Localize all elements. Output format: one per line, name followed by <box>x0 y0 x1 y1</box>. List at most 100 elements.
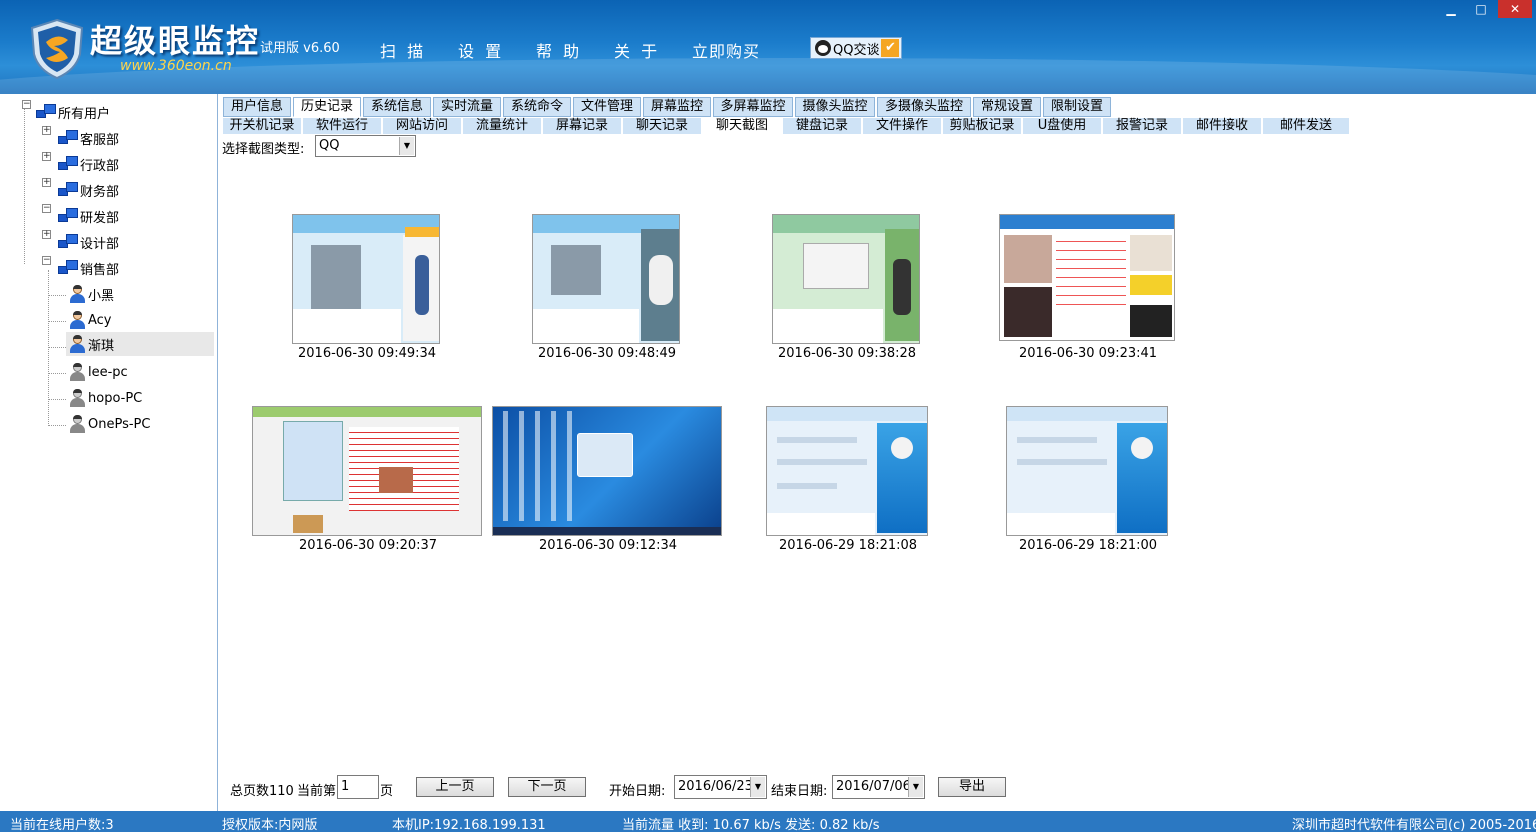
screenshot-time: 2016-06-30 09:48:49 <box>538 346 677 361</box>
chevron-down-icon: ▼ <box>750 777 765 797</box>
tree-guide-line <box>48 295 66 296</box>
subtab-usb-usage[interactable]: U盘使用 <box>1023 118 1101 134</box>
chevron-down-icon: ▼ <box>908 777 923 797</box>
user-online-icon <box>68 285 86 303</box>
tree-user-label: OnePs-PC <box>88 416 151 432</box>
tree-group-caiwu[interactable]: 财务部 <box>58 180 119 200</box>
copyright: 深圳市超时代软件有限公司(c) 2005-2016 <box>1292 818 1536 832</box>
company-chat-screenshot-image <box>1006 406 1168 536</box>
tab-camera-monitor[interactable]: 摄像头监控 <box>795 97 875 117</box>
next-page-button[interactable]: 下一页 <box>508 777 586 797</box>
subtab-software-run[interactable]: 软件运行 <box>303 118 381 134</box>
maximize-button[interactable]: □ <box>1468 0 1494 18</box>
tree-user-acy[interactable]: Acy <box>68 310 112 330</box>
tab-system-command[interactable]: 系统命令 <box>503 97 571 117</box>
tab-multi-camera-monitor[interactable]: 多摄像头监控 <box>877 97 971 117</box>
subtab-chat-screenshot[interactable]: 聊天截图 <box>703 118 781 134</box>
qq-penguin-icon <box>815 40 831 56</box>
collapse-icon[interactable]: − <box>42 204 51 213</box>
subtab-keyboard-record[interactable]: 键盘记录 <box>783 118 861 134</box>
tree-user-lee-pc[interactable]: lee-pc <box>68 362 128 382</box>
menu-settings[interactable]: 设 置 <box>458 38 504 62</box>
close-button[interactable]: ✕ <box>1498 0 1532 18</box>
screenshot-time: 2016-06-30 09:38:28 <box>778 346 917 361</box>
network-icon <box>58 260 78 276</box>
tree-group-xingzheng[interactable]: 行政部 <box>58 154 119 174</box>
screenshot-type-value: QQ <box>319 138 340 153</box>
tab-screen-monitor[interactable]: 屏幕监控 <box>643 97 711 117</box>
tree-group-sheji[interactable]: 设计部 <box>58 232 119 252</box>
tree-group-label: 销售部 <box>80 262 120 278</box>
tree-guide-line <box>48 270 49 426</box>
menu-scan[interactable]: 扫 描 <box>380 38 426 62</box>
screenshot-time: 2016-06-30 09:12:34 <box>539 538 678 553</box>
desktop-screenshot-image <box>492 406 722 536</box>
tab-realtime-traffic[interactable]: 实时流量 <box>433 97 501 117</box>
subtab-chat-record[interactable]: 聊天记录 <box>623 118 701 134</box>
title-bar: 超级眼监控 www.360eon.cn 试用版 v6.60 扫 描 设 置 帮 … <box>0 0 1536 94</box>
subtab-alarm-record[interactable]: 报警记录 <box>1103 118 1181 134</box>
tree-guide-line <box>48 321 66 322</box>
subtab-website-visit[interactable]: 网站访问 <box>383 118 461 134</box>
expand-icon[interactable]: + <box>42 230 51 239</box>
status-bar: 当前在线用户数:3 授权版本:内网版 本机IP:192.168.199.131 … <box>0 811 1536 832</box>
expand-icon[interactable]: + <box>42 152 51 161</box>
subtab-traffic-stats[interactable]: 流量统计 <box>463 118 541 134</box>
tree-group-label: 客服部 <box>80 132 120 148</box>
tree-group-kefu[interactable]: 客服部 <box>58 128 119 148</box>
current-page-input[interactable]: 1 <box>337 775 379 799</box>
start-date-picker[interactable]: 2016/06/23 ▼ <box>674 775 767 799</box>
network-icon <box>58 156 78 172</box>
user-online-icon <box>68 311 86 329</box>
tree-user-oneps-pc[interactable]: OnePs-PC <box>68 414 150 434</box>
tree-root-all-users[interactable]: 所有用户 <box>36 102 110 122</box>
subtab-screen-record[interactable]: 屏幕记录 <box>543 118 621 134</box>
tab-general-settings[interactable]: 常规设置 <box>973 97 1041 117</box>
expand-icon[interactable]: + <box>42 126 51 135</box>
check-icon: ✔ <box>881 39 900 57</box>
qq-chat-button[interactable]: QQ交谈 ✔ <box>810 37 902 59</box>
network-icon <box>58 130 78 146</box>
tree-group-label: 行政部 <box>80 158 120 174</box>
screenshot-type-select[interactable]: QQ ▼ <box>315 135 416 157</box>
subtab-mail-send[interactable]: 邮件发送 <box>1263 118 1349 134</box>
menu-about[interactable]: 关 于 <box>614 38 660 62</box>
main-panel: 用户信息 历史记录 系统信息 实时流量 系统命令 文件管理 屏幕监控 多屏幕监控… <box>219 94 1536 811</box>
network-icon <box>58 182 78 198</box>
subtab-file-operation[interactable]: 文件操作 <box>863 118 941 134</box>
tree-group-yanfa[interactable]: 研发部 <box>58 206 119 226</box>
app-url: www.360eon.cn <box>120 58 232 74</box>
tab-multi-screen-monitor[interactable]: 多屏幕监控 <box>713 97 793 117</box>
tab-system-info[interactable]: 系统信息 <box>363 97 431 117</box>
subtab-power-log[interactable]: 开关机记录 <box>223 118 301 134</box>
end-date-label: 结束日期: <box>771 784 828 799</box>
tree-guide-line <box>48 399 66 400</box>
tree-group-xiaoshou[interactable]: 销售部 <box>58 258 119 278</box>
tab-restriction-settings[interactable]: 限制设置 <box>1043 97 1111 117</box>
user-offline-icon <box>68 363 86 381</box>
tree-user-hopo-pc[interactable]: hopo-PC <box>68 388 142 408</box>
export-button[interactable]: 导出 <box>938 777 1006 797</box>
start-date-label: 开始日期: <box>609 784 666 799</box>
minimize-button[interactable]: ▁ <box>1438 0 1464 18</box>
tree-user-xiaohei[interactable]: 小黑 <box>68 284 114 304</box>
expand-icon[interactable]: + <box>42 178 51 187</box>
collapse-icon[interactable]: − <box>42 256 51 265</box>
online-users-count: 当前在线用户数:3 <box>10 818 114 832</box>
subtab-clipboard-record[interactable]: 剪贴板记录 <box>943 118 1021 134</box>
menu-buy[interactable]: 立即购买 <box>692 38 760 62</box>
tree-user-label: Acy <box>88 312 112 328</box>
end-date-picker[interactable]: 2016/07/06 ▼ <box>832 775 925 799</box>
tab-user-info[interactable]: 用户信息 <box>223 97 291 117</box>
tab-history[interactable]: 历史记录 <box>293 97 361 117</box>
network-icon <box>36 104 56 120</box>
qq-chat-label: QQ交谈 <box>833 42 880 58</box>
menu-help[interactable]: 帮 助 <box>536 38 582 62</box>
company-chat-screenshot-image <box>766 406 928 536</box>
prev-page-button[interactable]: 上一页 <box>416 777 494 797</box>
screenshot-type-label: 选择截图类型: <box>222 142 305 157</box>
collapse-icon[interactable]: − <box>22 100 31 109</box>
subtab-mail-receive[interactable]: 邮件接收 <box>1183 118 1261 134</box>
tab-file-manager[interactable]: 文件管理 <box>573 97 641 117</box>
tree-user-jianqi[interactable]: 渐琪 <box>66 332 214 356</box>
